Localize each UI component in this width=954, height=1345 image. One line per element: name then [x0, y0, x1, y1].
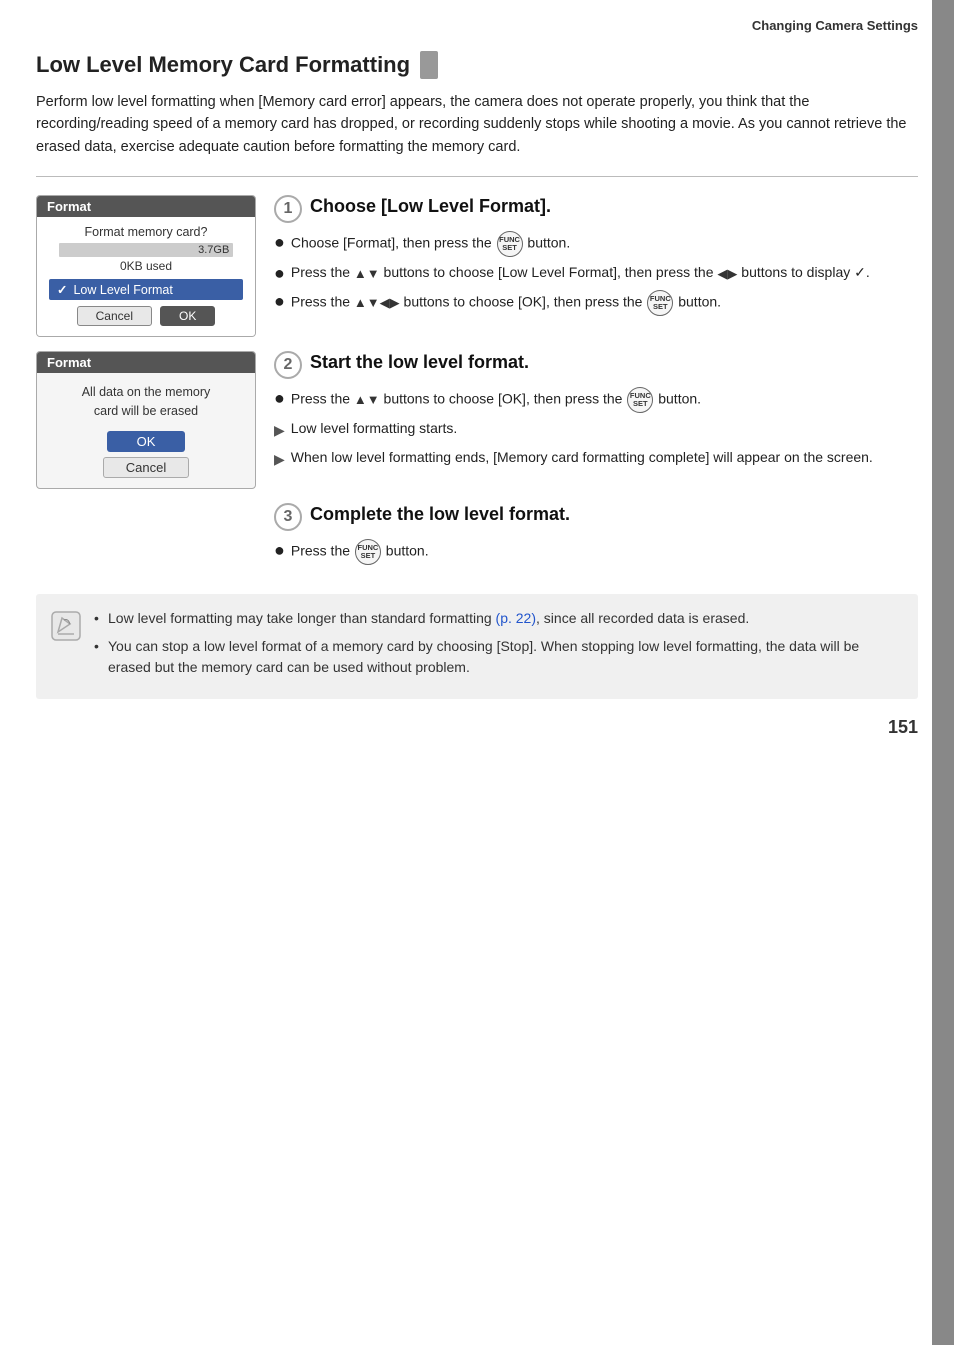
header-text: Changing Camera Settings: [752, 18, 918, 33]
pencil-icon: [50, 610, 82, 642]
bullet-dot-5: ●: [274, 540, 285, 562]
section-title: Low Level Memory Card Formatting: [36, 51, 918, 79]
screen1-title: Format: [37, 196, 255, 217]
step-1-bullet-1: ● Choose [Format], then press the FUNCSE…: [274, 231, 918, 257]
step-2-number: 2: [274, 351, 302, 379]
note-icon: [50, 610, 82, 685]
note-1-suffix: , since all recorded data is erased.: [536, 610, 749, 626]
screen2-ok-btn[interactable]: OK: [107, 431, 186, 452]
screen2-line2: card will be erased: [94, 404, 198, 418]
step-1-bullets: ● Choose [Format], then press the FUNCSE…: [274, 231, 918, 316]
step-2-text: 2 Start the low level format. ● Press th…: [274, 351, 918, 489]
checkmark-display: ✓: [854, 264, 866, 280]
func-set-btn-1: FUNCSET: [497, 231, 523, 257]
step-2-bullet-2-text: Low level formatting starts.: [291, 418, 458, 440]
bullet-dot-3: ●: [274, 291, 285, 313]
note-list: Low level formatting may take longer tha…: [94, 608, 900, 679]
screen1-label: Format memory card?: [49, 225, 243, 239]
step-1-bullet-2: ● Press the ▲▼ buttons to choose [Low Le…: [274, 262, 918, 285]
screen1-ok-btn[interactable]: OK: [160, 306, 215, 326]
screen1-body: Format memory card? 3.7GB 0KB used ✓ Low…: [37, 217, 255, 336]
note-text: Low level formatting may take longer tha…: [94, 608, 900, 685]
step-2-heading-row: 2 Start the low level format.: [274, 351, 918, 379]
screen1-cancel-btn[interactable]: Cancel: [77, 306, 152, 326]
check-icon: ✓: [57, 282, 67, 297]
screen1-inner: Format memory card? 3.7GB 0KB used ✓ Low…: [49, 225, 243, 326]
screen1-option-label: Low Level Format: [73, 283, 172, 297]
step-1-heading: Choose [Low Level Format].: [310, 195, 551, 218]
note-2-text: You can stop a low level format of a mem…: [108, 638, 859, 676]
note-item-2: You can stop a low level format of a mem…: [94, 636, 900, 679]
dir-arrows-3: ▲▼◀▶: [354, 293, 400, 313]
section-divider: [36, 176, 918, 177]
page-number: 151: [0, 699, 954, 738]
screen2-text: All data on the memory card will be eras…: [49, 383, 243, 421]
screen-mockup-2: Format All data on the memory card will …: [36, 351, 256, 489]
step-2-bullet-3-text: When low level formatting ends, [Memory …: [291, 447, 873, 469]
bullet-dot-2: ●: [274, 263, 285, 285]
bullet-dot-4: ●: [274, 388, 285, 410]
screen-mockup-1: Format Format memory card? 3.7GB 0KB use…: [36, 195, 256, 337]
screen1-size-bar: 3.7GB: [59, 243, 234, 257]
note-item-1: Low level formatting may take longer tha…: [94, 608, 900, 630]
bullet-dot-1: ●: [274, 232, 285, 254]
step-2-bullets: ● Press the ▲▼ buttons to choose [OK], t…: [274, 387, 918, 470]
screen1-option: ✓ Low Level Format: [49, 279, 243, 300]
step-1-heading-row: 1 Choose [Low Level Format].: [274, 195, 918, 223]
screen2-title: Format: [37, 352, 255, 373]
arrow-bullet-1: ▶: [274, 420, 285, 442]
step-1-number: 1: [274, 195, 302, 223]
func-set-btn-4: FUNCSET: [355, 539, 381, 565]
step-1-bullet-3-text: Press the ▲▼◀▶ buttons to choose [OK], t…: [291, 290, 721, 316]
note-1-text: Low level formatting may take longer tha…: [108, 610, 496, 626]
step-1-bullet-2-text: Press the ▲▼ buttons to choose [Low Leve…: [291, 262, 870, 284]
content-area: Low Level Memory Card Formatting Perform…: [0, 51, 954, 699]
dir-arrows-2: ◀▶: [717, 264, 737, 284]
note-1-link[interactable]: (p. 22): [496, 610, 536, 626]
step-2-bullet-3: ▶ When low level formatting ends, [Memor…: [274, 447, 918, 471]
func-set-btn-3: FUNCSET: [627, 387, 653, 413]
intro-text: Perform low level formatting when [Memor…: [36, 91, 918, 158]
step-3-heading: Complete the low level format.: [310, 503, 570, 526]
screen1-used: 0KB used: [49, 259, 243, 273]
step-3-bullets: ● Press the FUNCSET button.: [274, 539, 918, 565]
step-1-text: 1 Choose [Low Level Format]. ● Choose [F…: [274, 195, 918, 337]
func-set-btn-2: FUNCSET: [647, 290, 673, 316]
screen1-size-value: 3.7GB: [198, 243, 231, 257]
step-3-row: 3 Complete the low level format. ● Press…: [36, 503, 918, 570]
step-2-bullet-1-text: Press the ▲▼ buttons to choose [OK], the…: [291, 387, 701, 413]
step-2-row: Format All data on the memory card will …: [36, 351, 918, 489]
step-3-bullet-1-text: Press the FUNCSET button.: [291, 539, 429, 565]
screen2-line1: All data on the memory: [82, 385, 211, 399]
screen1-buttons: Cancel OK: [49, 306, 243, 326]
title-text: Low Level Memory Card Formatting: [36, 52, 410, 78]
step-1-bullet-1-text: Choose [Format], then press the FUNCSET …: [291, 231, 570, 257]
step-3-text: 3 Complete the low level format. ● Press…: [274, 503, 918, 570]
step-3-heading-row: 3 Complete the low level format.: [274, 503, 918, 531]
page-header: Changing Camera Settings: [0, 0, 954, 41]
step-1-bullet-3: ● Press the ▲▼◀▶ buttons to choose [OK],…: [274, 290, 918, 316]
arrow-bullet-2: ▶: [274, 449, 285, 471]
dir-arrows-4: ▲▼: [354, 390, 380, 410]
note-area: Low level formatting may take longer tha…: [36, 594, 918, 699]
title-bar-decoration: [420, 51, 438, 79]
screen2-cancel-btn[interactable]: Cancel: [103, 457, 189, 478]
step-3-number: 3: [274, 503, 302, 531]
step-2-heading: Start the low level format.: [310, 351, 529, 374]
step-2-bullet-2: ▶ Low level formatting starts.: [274, 418, 918, 442]
steps-grid: Format Format memory card? 3.7GB 0KB use…: [36, 195, 918, 584]
dir-arrows-1: ▲▼: [354, 264, 380, 284]
step-1-row: Format Format memory card? 3.7GB 0KB use…: [36, 195, 918, 337]
sidebar-tab: [932, 0, 954, 1345]
step-2-bullet-1: ● Press the ▲▼ buttons to choose [OK], t…: [274, 387, 918, 413]
step-3-bullet-1: ● Press the FUNCSET button.: [274, 539, 918, 565]
screen2-body: All data on the memory card will be eras…: [37, 373, 255, 488]
